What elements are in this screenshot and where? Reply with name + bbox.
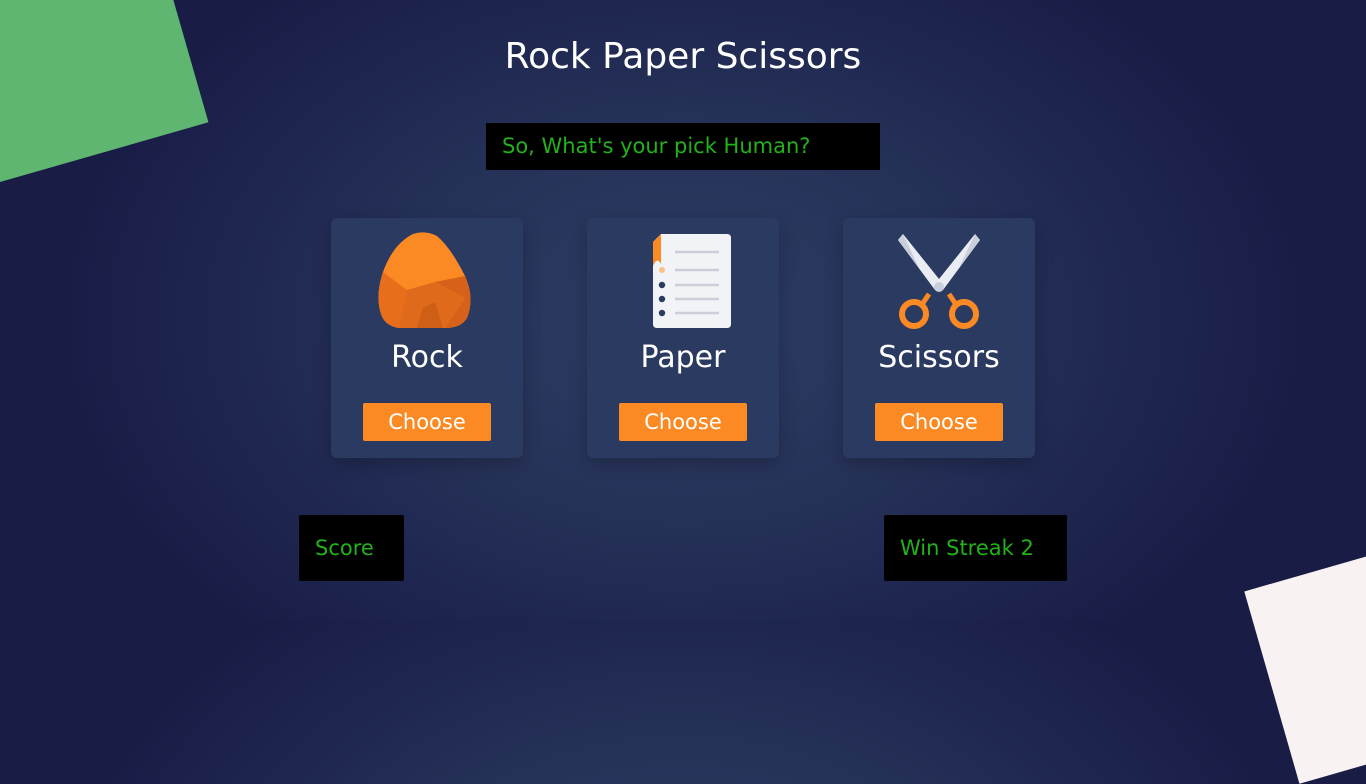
choose-paper-button[interactable]: Choose: [619, 403, 747, 441]
choice-card-rock: Rock Choose: [331, 218, 523, 458]
game-prompt: So, What's your pick Human?: [486, 123, 880, 170]
choose-rock-button[interactable]: Choose: [363, 403, 491, 441]
choice-card-scissors: Scissors Choose: [843, 218, 1035, 458]
choose-scissors-button[interactable]: Choose: [875, 403, 1003, 441]
choice-label-rock: Rock: [391, 340, 463, 375]
scissors-icon: [889, 232, 989, 332]
score-panel: Score: [299, 515, 404, 581]
decorative-green-shape: [0, 0, 209, 189]
win-streak-panel: Win Streak 2: [884, 515, 1067, 581]
page-title: Rock Paper Scissors: [504, 36, 862, 77]
decorative-light-shape: [1244, 536, 1366, 784]
choice-card-paper: Paper Choose: [587, 218, 779, 458]
rock-icon: [377, 232, 477, 332]
paper-icon: [633, 232, 733, 332]
choice-label-scissors: Scissors: [878, 340, 1000, 375]
choice-label-paper: Paper: [640, 340, 726, 375]
